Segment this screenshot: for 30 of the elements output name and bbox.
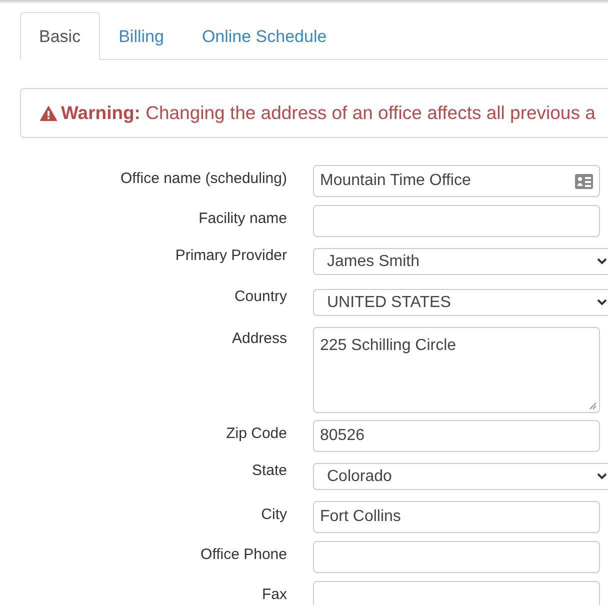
tab[interactable]: Billing <box>100 12 183 60</box>
field-label: Zip Code <box>225 424 287 442</box>
field-label: State <box>250 461 287 479</box>
input-field[interactable] <box>313 205 600 237</box>
field-label: Country <box>233 287 287 305</box>
warning-message: Warning: Changing the address of an office affects all previous a <box>61 102 596 124</box>
field-label: Facility name <box>198 209 287 227</box>
input-field[interactable]: 80526 <box>313 420 600 452</box>
contact-card-icon[interactable] <box>575 174 593 188</box>
dropdown[interactable]: UNITED STATES <box>313 289 608 316</box>
chevron-down-icon <box>597 299 607 306</box>
tab[interactable]: Online Schedule <box>182 12 346 60</box>
input-field[interactable] <box>313 581 600 605</box>
input-field[interactable]: Fort Collins <box>313 501 600 533</box>
chevron-down-icon <box>597 258 607 265</box>
resize-handle-icon[interactable] <box>589 402 597 410</box>
text-area[interactable]: 225 Schilling Circle <box>313 327 600 413</box>
field-label: Primary Provider <box>174 246 287 264</box>
warning-icon <box>40 106 57 120</box>
field-label: Fax <box>260 585 287 603</box>
field-label: City <box>260 505 287 523</box>
field-label: Address <box>230 329 287 347</box>
dropdown[interactable]: Colorado <box>313 463 608 490</box>
tab[interactable]: Basic <box>20 12 100 60</box>
dropdown[interactable]: James Smith <box>313 248 608 275</box>
input-field[interactable] <box>313 541 600 573</box>
chevron-down-icon <box>597 473 607 480</box>
input-field[interactable]: Mountain Time Office <box>313 165 600 197</box>
field-label: Office name (scheduling) <box>120 169 287 187</box>
field-label: Office Phone <box>200 545 287 563</box>
